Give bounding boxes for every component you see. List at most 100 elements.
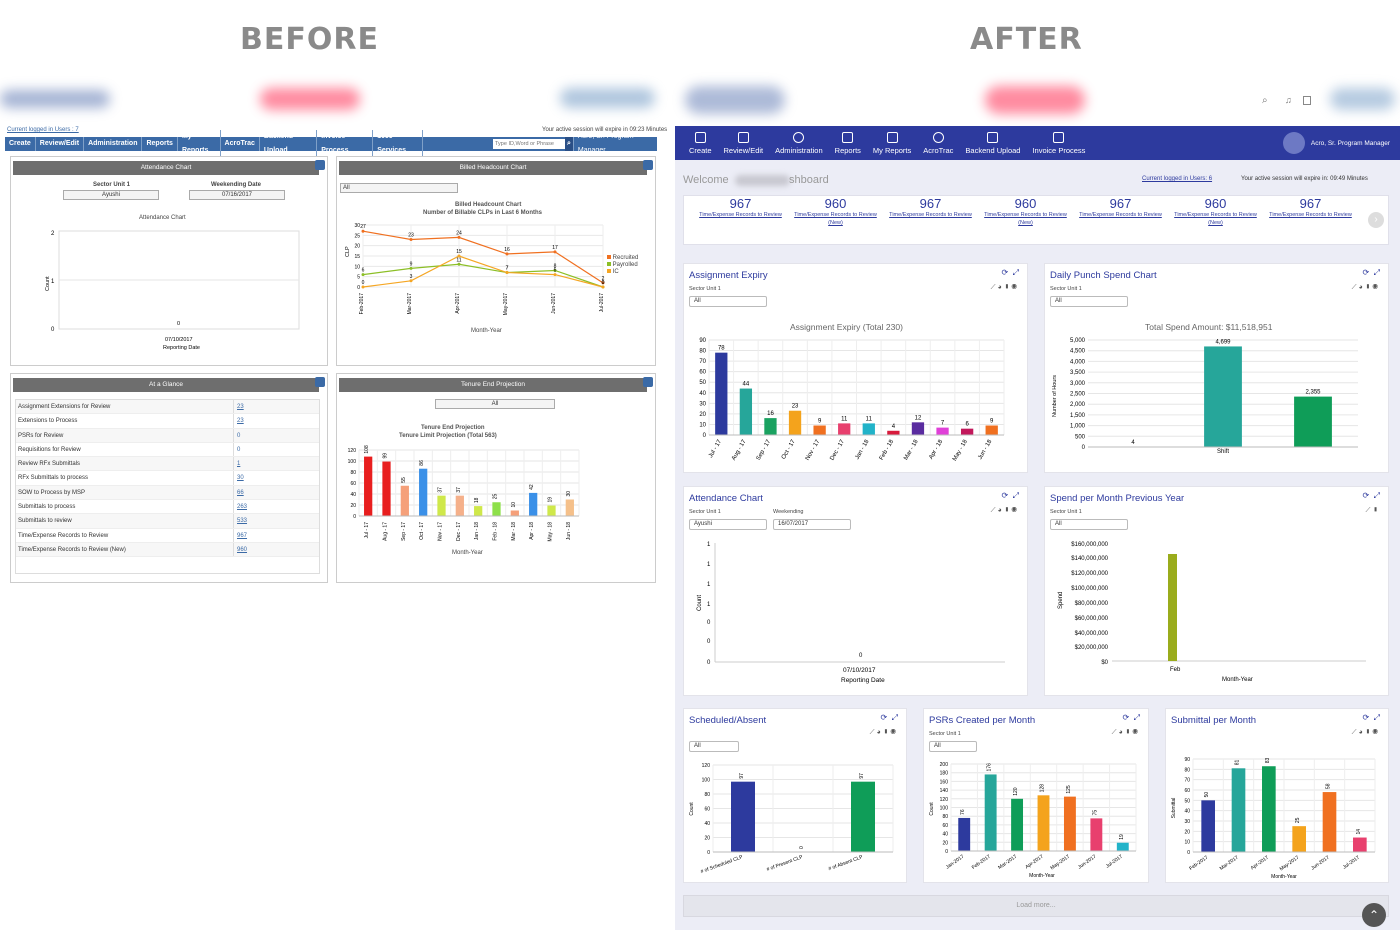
filter-select[interactable]: All (689, 741, 739, 752)
glance-value[interactable]: 1 (234, 457, 240, 470)
glance-value[interactable]: 66 (234, 486, 244, 499)
user-menu[interactable]: Acro, Sr. Program Manager (1311, 140, 1390, 147)
filter-select[interactable]: All (1050, 296, 1128, 307)
kpi-label[interactable]: Time/Expense Records to Review (693, 211, 788, 219)
bell-icon[interactable]: ♫ (1285, 95, 1292, 105)
expand-icon[interactable]: ⤢ (1374, 713, 1380, 722)
expand-icon[interactable]: ⤢ (1374, 491, 1380, 500)
nav-create[interactable]: Create (683, 126, 718, 160)
expand-icon[interactable]: ⤢ (1374, 268, 1380, 277)
logo-blur (685, 86, 785, 114)
chart-type-icons[interactable]: ⟋◕▮◉ (870, 729, 898, 737)
filter-select[interactable]: All (435, 399, 555, 409)
nav-invoice-process[interactable]: Invoice Process (1026, 126, 1091, 160)
nav-acrotrac[interactable]: AcroTrac (917, 126, 959, 160)
chart-type-icons[interactable]: ⟋◕▮◉ (1352, 284, 1380, 292)
chart-type-icons[interactable]: ⟋▮ (1366, 507, 1381, 515)
filter-select[interactable]: All (689, 296, 767, 307)
assignment-bar-chart: 0 10 20 30 40 50 60 70 80 90 78 Jul - 17 44 Aug - 17 1… (699, 338, 1005, 462)
chart-type-icons[interactable]: ⟋◕▮◉ (1112, 729, 1140, 737)
refresh-icon[interactable]: ⟳ (1001, 491, 1008, 500)
refresh-icon[interactable]: ⟳ (1362, 713, 1369, 722)
nav-administration[interactable]: Administration (84, 137, 143, 151)
nav-review-edit[interactable]: Review/Edit (36, 137, 85, 151)
glance-value[interactable]: 30 (234, 471, 244, 484)
nav-review-edit[interactable]: Review/Edit (718, 126, 770, 160)
refresh-icon[interactable]: ⟳ (1001, 268, 1008, 277)
glance-value[interactable]: 960 (234, 543, 247, 556)
kpi-tile[interactable]: 967 Time/Expense Records to Review (883, 196, 978, 219)
settings-icon[interactable] (315, 160, 325, 170)
data-label: 12 (915, 415, 922, 421)
current-users-link[interactable]: Current logged in Users : 7 (7, 127, 79, 133)
expand-icon[interactable]: ⤢ (1013, 268, 1019, 277)
week-select[interactable]: 07/16/2017 (189, 190, 285, 200)
nav-backend-upload[interactable]: Backend Upload (260, 130, 318, 158)
expand-icon[interactable]: ⤢ (1013, 491, 1019, 500)
my-reports-icon (886, 131, 898, 143)
kpi-label[interactable]: Time/Expense Records to Review (883, 211, 978, 219)
expand-icon[interactable]: ⤢ (892, 713, 898, 722)
nav-my-reports[interactable]: My Reports (867, 126, 917, 160)
search-input[interactable] (493, 139, 565, 149)
glance-value[interactable]: 23 (234, 400, 244, 413)
settings-icon[interactable] (643, 160, 653, 170)
nav-reports[interactable]: Reports (142, 137, 178, 151)
nav-create[interactable]: Create (5, 137, 36, 151)
glance-value[interactable]: 533 (234, 514, 247, 527)
kpi-label[interactable]: Time/Expense Records to Review (New) (1168, 211, 1263, 227)
kpi-tile[interactable]: 967 Time/Expense Records to Review (1073, 196, 1168, 219)
nav-my-reports[interactable]: My Reports (178, 130, 221, 158)
glance-value[interactable]: 263 (234, 500, 247, 513)
sector-select[interactable]: Ayushi (689, 519, 767, 530)
nav-reports[interactable]: Reports (829, 126, 867, 160)
chevron-right-icon[interactable]: › (1368, 212, 1384, 228)
settings-icon[interactable] (643, 377, 653, 387)
chart-type-icons[interactable]: ⟋◕▮◉ (1352, 729, 1380, 737)
notes-icon[interactable] (1303, 96, 1311, 105)
nav-invoice-process[interactable]: Invoice Process (317, 130, 374, 158)
glance-value[interactable]: 23 (234, 414, 244, 427)
data-label: 19 (548, 497, 554, 503)
refresh-icon[interactable]: ⟳ (1362, 268, 1369, 277)
nav-1099-services[interactable]: 1099 Services (373, 130, 423, 158)
bar (382, 461, 391, 516)
nav-administration[interactable]: Administration (769, 126, 829, 160)
scroll-top-icon[interactable]: ⌃ (1362, 903, 1386, 927)
kpi-tile[interactable]: 967 Time/Expense Records to Review (1263, 196, 1358, 219)
ytick: 80 (942, 814, 948, 820)
avatar[interactable] (1282, 132, 1305, 154)
kpi-tile[interactable]: 960 Time/Expense Records to Review (New) (788, 196, 883, 227)
current-users-link[interactable]: Current logged in Users: 6 (1142, 176, 1212, 182)
user-menu[interactable]: Acro, Sr. Program Manager (574, 130, 657, 158)
sector-select[interactable]: Ayushi (63, 190, 159, 200)
settings-icon[interactable] (315, 377, 325, 387)
glance-value: 0 (237, 446, 241, 453)
kpi-tile[interactable]: 967 Time/Expense Records to Review (693, 196, 788, 219)
filter-select[interactable]: All (929, 741, 977, 752)
search-icon[interactable]: ⌕ (565, 137, 574, 151)
refresh-icon[interactable]: ⟳ (880, 713, 887, 722)
nav-backend-upload[interactable]: Backend Upload (959, 126, 1026, 160)
kpi-tile[interactable]: 960 Time/Expense Records to Review (New) (1168, 196, 1263, 227)
filter-select[interactable]: All (1050, 519, 1128, 530)
load-more-button[interactable]: Load more... (683, 895, 1389, 917)
glance-value[interactable]: 967 (234, 529, 247, 542)
kpi-label[interactable]: Time/Expense Records to Review (New) (978, 211, 1073, 227)
week-select[interactable]: 16/07/2017 (773, 519, 851, 530)
expand-icon[interactable]: ⤢ (1134, 713, 1140, 722)
kpi-label[interactable]: Time/Expense Records to Review (1073, 211, 1168, 219)
nav-acrotrac[interactable]: AcroTrac (221, 137, 260, 151)
chart-type-icons[interactable]: ⟋◕▮◉ (991, 284, 1019, 292)
kpi-label[interactable]: Time/Expense Records to Review (1263, 211, 1358, 219)
kpi-tile[interactable]: 960 Time/Expense Records to Review (New) (978, 196, 1073, 227)
refresh-icon[interactable]: ⟳ (1122, 713, 1129, 722)
x-tick: Dec - 17 (456, 522, 462, 541)
filter-select[interactable]: All (340, 183, 458, 193)
kpi-label[interactable]: Time/Expense Records to Review (New) (788, 211, 883, 227)
card-tools: ⟳ ⤢ (1122, 713, 1140, 723)
chart-type-icons[interactable]: ⟋◕▮◉ (991, 507, 1019, 515)
y-label: CLP (345, 246, 351, 257)
search-icon[interactable]: ⌕ (1262, 95, 1268, 106)
refresh-icon[interactable]: ⟳ (1362, 491, 1369, 500)
